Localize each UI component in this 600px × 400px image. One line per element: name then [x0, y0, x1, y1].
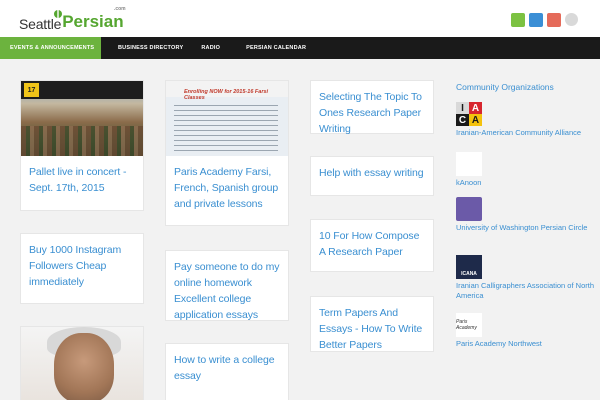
site-red-icon[interactable] — [547, 13, 561, 27]
post-card[interactable]: Term Papers And Essays - How To Write Be… — [310, 296, 434, 352]
post-card[interactable] — [20, 326, 144, 400]
iaca-logo[interactable]: I A C A — [456, 102, 482, 126]
post-card[interactable]: 10 For How Compose A Research Paper — [310, 219, 434, 272]
org-name[interactable]: Paris Academy Northwest — [456, 339, 596, 349]
crowd-image — [21, 126, 143, 156]
date-badge: 17 — [24, 83, 39, 97]
iaca-letter: A — [469, 102, 482, 114]
nav-persian-calendar[interactable]: Persian Calendar — [230, 37, 316, 59]
site-header: Seattle Persian .com — [0, 0, 600, 37]
main-nav: Events & Announcements Business Director… — [0, 37, 600, 59]
post-title[interactable]: Selecting The Topic To Ones Research Pap… — [319, 89, 427, 137]
post-card[interactable]: Selecting The Topic To Ones Research Pap… — [310, 80, 434, 137]
post-thumbnail[interactable]: 17 — [21, 81, 143, 156]
post-card[interactable]: Enrolling NOW for 2015-16 Farsi Classes … — [165, 80, 289, 226]
iaca-letter: A — [469, 114, 482, 126]
portrait-face — [54, 333, 114, 400]
icana-logo[interactable]: ICANA — [456, 255, 482, 279]
org-item[interactable]: kAnoon — [456, 152, 596, 188]
nav-radio[interactable]: Radio — [193, 37, 230, 59]
org-name[interactable]: kAnoon — [456, 178, 596, 188]
org-name[interactable]: Iranian-American Community Alliance — [456, 128, 596, 138]
logo-persian-text: Persian .com — [62, 6, 126, 31]
post-thumbnail[interactable] — [21, 327, 143, 400]
iaca-letter: I — [456, 102, 469, 114]
logo-dotcom-text: .com — [113, 6, 126, 12]
org-item[interactable]: Paris Academy Paris Academy Northwest — [456, 313, 596, 349]
post-title[interactable]: Term Papers And Essays - How To Write Be… — [319, 305, 427, 353]
concert-banner — [21, 81, 143, 99]
post-title[interactable]: Paris Academy Farsi, French, Spanish gro… — [174, 164, 282, 212]
search-icon[interactable] — [565, 13, 578, 26]
sidebar-title: Community Organizations — [456, 82, 554, 92]
post-card[interactable]: Pay someone to do my online homework Exc… — [165, 250, 289, 321]
paris-academy-logo[interactable]: Paris Academy — [456, 313, 482, 337]
org-item[interactable]: I A C A Iranian-American Community Allia… — [456, 102, 596, 138]
post-card[interactable]: 17 Pallet live in concert - Sept. 17th, … — [20, 80, 144, 211]
flyer-headline: Enrolling NOW for 2015-16 Farsi Classes — [184, 89, 269, 101]
post-thumbnail[interactable]: Enrolling NOW for 2015-16 Farsi Classes — [166, 81, 288, 156]
site-logo[interactable]: Seattle Persian .com — [19, 6, 126, 32]
site-green-icon[interactable] — [511, 13, 525, 27]
nav-events-announcements[interactable]: Events & Announcements — [0, 37, 101, 59]
uw-persian-circle-logo[interactable] — [456, 197, 482, 221]
post-title[interactable]: Pay someone to do my online homework Exc… — [174, 259, 282, 323]
post-title[interactable]: 10 For How Compose A Research Paper — [319, 228, 427, 260]
post-title[interactable]: Help with essay writing — [319, 165, 427, 181]
post-card[interactable]: How to write a college essay — [165, 343, 289, 400]
post-title[interactable]: Buy 1000 Instagram Followers Cheap immed… — [29, 242, 137, 290]
flyer-body-text — [174, 105, 278, 155]
post-card[interactable]: Help with essay writing — [310, 156, 434, 196]
iaca-letter: C — [456, 114, 469, 126]
kanoon-logo[interactable] — [456, 152, 482, 176]
post-title[interactable]: How to write a college essay — [174, 352, 282, 384]
site-blue-icon[interactable] — [529, 13, 543, 27]
post-card[interactable]: Buy 1000 Instagram Followers Cheap immed… — [20, 233, 144, 304]
org-item[interactable]: University of Washington Persian Circle — [456, 197, 596, 233]
post-title[interactable]: Pallet live in concert - Sept. 17th, 201… — [29, 164, 137, 196]
org-item[interactable]: ICANA Iranian Calligraphers Association … — [456, 255, 596, 301]
org-name[interactable]: Iranian Calligraphers Association of Nor… — [456, 281, 596, 301]
org-name[interactable]: University of Washington Persian Circle — [456, 223, 596, 233]
social-icons — [511, 13, 578, 27]
nav-business-directory[interactable]: Business Directory — [101, 37, 193, 59]
